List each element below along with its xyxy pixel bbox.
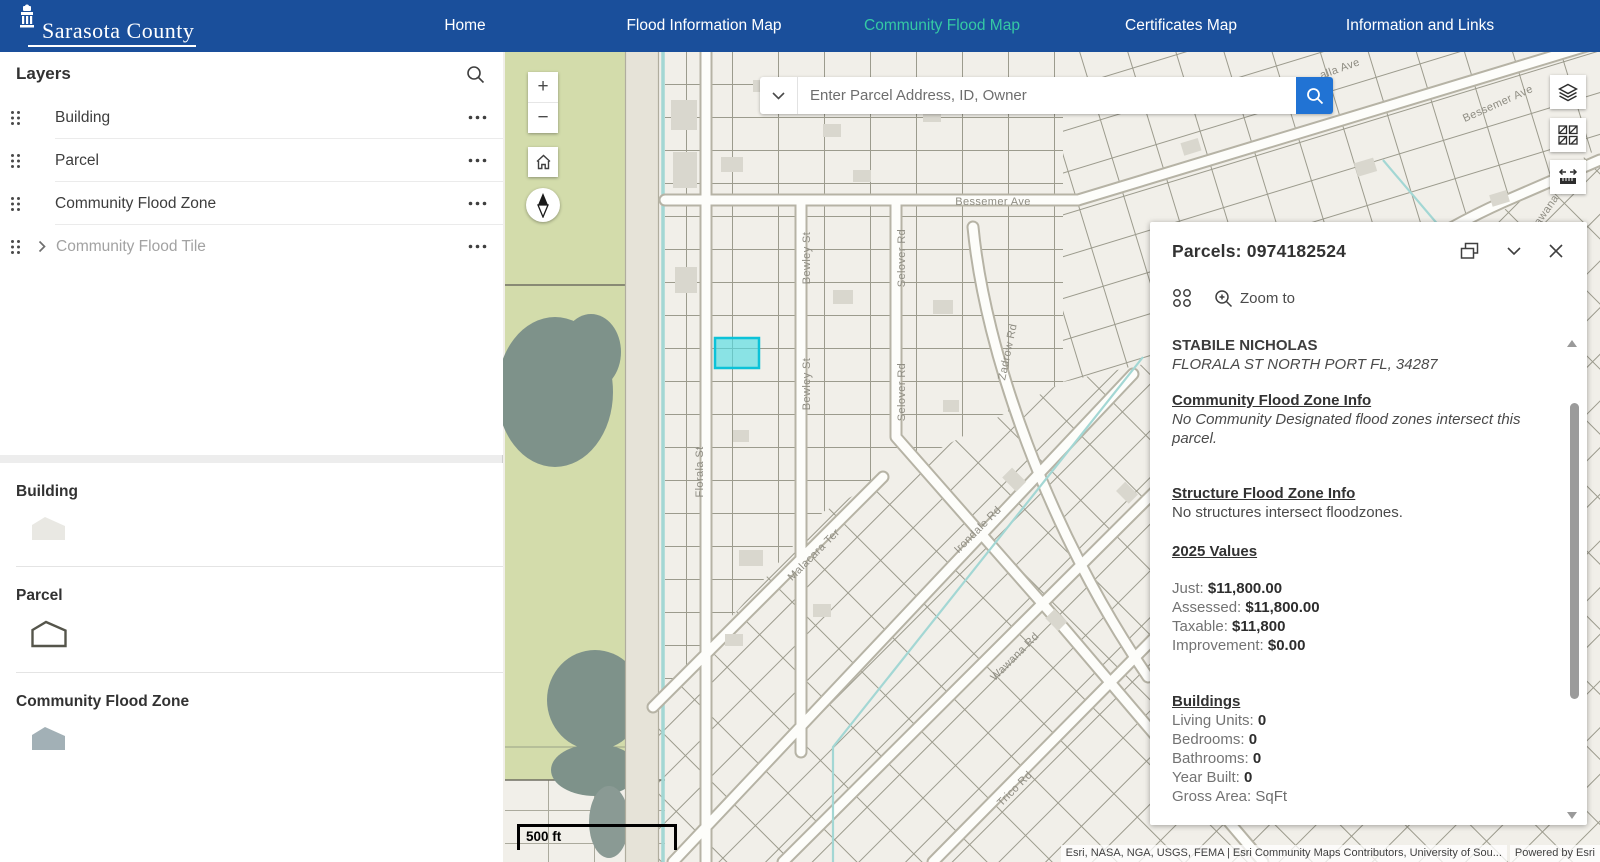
drag-handle-icon[interactable] — [10, 110, 24, 126]
layer-options-icon[interactable] — [468, 201, 487, 206]
parcel-swatch-icon — [30, 619, 503, 654]
layer-label: Community Flood Zone — [55, 195, 216, 213]
owner-name: STABILE NICHOLAS — [1172, 336, 1547, 355]
collapse-chevron-icon[interactable] — [1507, 247, 1521, 255]
compass-needle-icon — [535, 192, 551, 218]
legend-title: Building — [16, 483, 503, 501]
layer-label: Community Flood Tile — [56, 238, 206, 256]
nav-item-information-and-links[interactable]: Information and Links — [1346, 17, 1494, 35]
layer-row-parcel[interactable]: Parcel — [0, 139, 503, 182]
value-row-improvement: Improvement: $0.00 — [1172, 636, 1547, 655]
zoom-to-button[interactable]: Zoom to — [1214, 289, 1295, 308]
popup-header: Parcels: 0974182524 — [1150, 222, 1587, 280]
owner-address: FLORALA ST NORTH PORT FL, 34287 — [1172, 355, 1547, 374]
layer-row-community-flood-tile[interactable]: Community Flood Tile — [0, 225, 503, 268]
search-button[interactable] — [1296, 77, 1333, 114]
nav-items: Home Flood Information Map Community Flo… — [0, 0, 1600, 52]
buildings-heading: Buildings — [1172, 692, 1547, 711]
chevron-down-icon — [772, 92, 785, 100]
actions-grid-icon[interactable] — [1172, 288, 1192, 308]
layer-row-community-flood-zone[interactable]: Community Flood Zone — [0, 182, 503, 225]
drag-handle-icon[interactable] — [10, 196, 24, 212]
popup-content: STABILE NICHOLAS FLORALA ST NORTH PORT F… — [1172, 336, 1547, 806]
community-flood-zone-heading: Community Flood Zone Info — [1172, 391, 1547, 410]
zoom-out-button[interactable]: − — [528, 103, 558, 133]
structure-flood-zone-heading: Structure Flood Zone Info — [1172, 484, 1547, 503]
building-row-year-built: Year Built: 0 — [1172, 768, 1547, 787]
scroll-down-arrow[interactable] — [1567, 812, 1577, 819]
legend-section-community-flood-zone: Community Flood Zone — [0, 673, 503, 758]
home-button[interactable] — [528, 147, 558, 177]
legend-title: Community Flood Zone — [16, 693, 503, 711]
community-flood-zone-text: No Community Designated flood zones inte… — [1172, 410, 1547, 448]
layers-icon — [1558, 83, 1578, 102]
zoom-to-icon — [1214, 289, 1233, 308]
selected-parcel-highlight[interactable] — [715, 338, 759, 368]
structure-flood-zone-text: No structures intersect floodzones. — [1172, 503, 1547, 522]
scroll-up-arrow[interactable] — [1567, 340, 1577, 347]
courthouse-icon — [14, 4, 40, 33]
layer-options-icon[interactable] — [468, 158, 487, 163]
search-source-dropdown[interactable] — [760, 77, 798, 114]
layer-list-button[interactable] — [1550, 75, 1586, 109]
layers-panel: Layers Building Parcel — [0, 52, 503, 455]
home-icon — [535, 154, 552, 170]
parcel-popup: Parcels: 0974182524 Zoom to — [1150, 222, 1587, 825]
building-row-living-units: Living Units: 0 — [1172, 711, 1547, 730]
nav-item-community-flood-map[interactable]: Community Flood Map — [864, 17, 1020, 35]
measure-icon — [1558, 168, 1578, 186]
drag-handle-icon[interactable] — [10, 153, 24, 169]
search-icon — [1306, 87, 1324, 105]
popup-actions: Zoom to — [1172, 288, 1295, 308]
close-icon[interactable] — [1549, 244, 1563, 258]
layers-panel-title: Layers — [16, 64, 71, 84]
layer-label: Parcel — [55, 152, 99, 170]
nav-item-certificates-map[interactable]: Certificates Map — [1125, 17, 1237, 35]
scale-bar: 500 ft — [517, 824, 677, 850]
map-canvas[interactable]: Bessemer Ave Florala St Bewley St Bewley… — [503, 52, 1600, 862]
parcel-search-bar — [760, 77, 1333, 114]
drag-handle-icon[interactable] — [10, 239, 24, 255]
legend-panel: Building Parcel Community Flood Zone — [0, 463, 503, 862]
powered-by-esri[interactable]: Powered by Esri — [1510, 845, 1600, 862]
value-row-just: Just: $11,800.00 — [1172, 579, 1547, 598]
expand-chevron-icon[interactable] — [38, 240, 46, 253]
measure-button[interactable] — [1550, 160, 1586, 194]
layer-row-building[interactable]: Building — [0, 96, 503, 139]
building-row-gross-area: Gross Area: SqFt — [1172, 787, 1547, 806]
nav-item-flood-information-map[interactable]: Flood Information Map — [626, 17, 781, 35]
flood-zone-swatch-icon — [30, 725, 503, 758]
value-row-assessed: Assessed: $11,800.00 — [1172, 598, 1547, 617]
top-navbar: Sarasota County Home Flood Information M… — [0, 0, 1600, 52]
zoom-control: + − — [528, 72, 558, 133]
values-heading: 2025 Values — [1172, 542, 1547, 561]
building-swatch-icon — [30, 515, 503, 548]
basemap-gallery-button[interactable] — [1550, 118, 1586, 152]
layer-options-icon[interactable] — [468, 244, 487, 249]
legend-section-parcel: Parcel — [0, 567, 503, 673]
search-input[interactable] — [798, 77, 1296, 114]
legend-title: Parcel — [16, 587, 503, 605]
zoom-in-button[interactable]: + — [528, 72, 558, 102]
layer-label: Building — [55, 109, 110, 127]
left-sidebar: Layers Building Parcel — [0, 52, 503, 862]
compass-button[interactable] — [526, 188, 560, 222]
scale-label: 500 ft — [526, 829, 561, 844]
building-row-bathrooms: Bathrooms: 0 — [1172, 749, 1547, 768]
popup-title: Parcels: 0974182524 — [1172, 241, 1346, 262]
layers-search-icon[interactable] — [466, 65, 485, 84]
map-attribution: Esri, NASA, NGA, USGS, FEMA | Esri Commu… — [1061, 845, 1600, 862]
building-row-bedrooms: Bedrooms: 0 — [1172, 730, 1547, 749]
layer-options-icon[interactable] — [468, 115, 487, 120]
value-row-taxable: Taxable: $11,800 — [1172, 617, 1547, 636]
attribution-sources: Esri, NASA, NGA, USGS, FEMA | Esri Commu… — [1061, 845, 1507, 862]
legend-section-building: Building — [0, 463, 503, 567]
dock-icon[interactable] — [1460, 242, 1479, 260]
basemap-gallery-icon — [1558, 125, 1578, 145]
nav-item-home[interactable]: Home — [444, 17, 485, 35]
popup-scrollbar[interactable] — [1570, 403, 1579, 699]
main-road — [625, 52, 659, 862]
zoom-to-label: Zoom to — [1240, 290, 1295, 307]
